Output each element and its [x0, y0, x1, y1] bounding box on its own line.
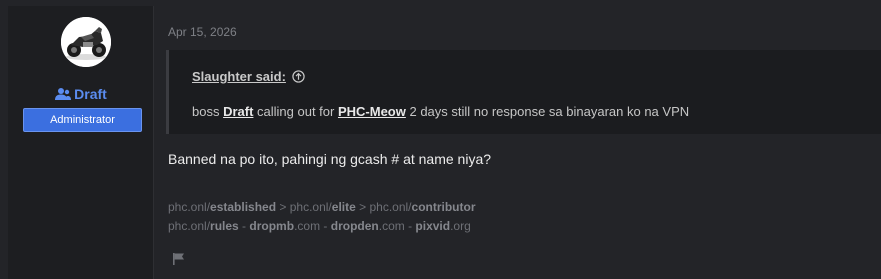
signature-line-2-part: - [238, 219, 250, 233]
signature-line-2-part: .org [450, 219, 471, 233]
motorcycle-avatar-icon [61, 17, 111, 67]
role-badge: Administrator [23, 108, 142, 132]
signature-line-1-part: > phc.onl/ [276, 200, 332, 214]
post-content: Apr 15, 2026 Slaughter said: boss Draft … [155, 6, 881, 279]
signature-line-2-part: .com - [378, 219, 416, 233]
post-message: Banned na po ito, pahingi ng gcash # at … [168, 151, 492, 167]
quote-header: Slaughter said: [192, 69, 305, 84]
forum-post: Draft Administrator Apr 15, 2026 Slaught… [0, 0, 881, 279]
signature: phc.onl/established > phc.onl/elite > ph… [168, 198, 476, 236]
quote-block: Slaughter said: boss Draft calling out f… [166, 50, 881, 134]
mention-draft[interactable]: Draft [223, 104, 253, 119]
flag-icon [173, 253, 184, 265]
signature-line-2-part: phc.onl/ [168, 219, 211, 233]
signature-line-1-part: phc.onl/ [168, 200, 211, 214]
signature-line-2-part: .com - [294, 219, 331, 233]
signature-line-2-part[interactable]: rules [210, 219, 239, 233]
user-group-icon [55, 88, 72, 100]
quote-text: boss Draft calling out for PHC-Meow 2 da… [192, 104, 689, 119]
signature-line-2-part[interactable]: pixvid [415, 219, 450, 233]
arrow-up-circle-icon[interactable] [292, 70, 305, 83]
mention-phc-meow[interactable]: PHC-Meow [338, 104, 406, 119]
report-button[interactable] [172, 252, 186, 266]
post-date[interactable]: Apr 15, 2026 [168, 25, 237, 39]
signature-line-1: phc.onl/established > phc.onl/elite > ph… [168, 198, 476, 217]
quote-text-after: 2 days still no response sa binayaran ko… [405, 104, 690, 119]
signature-line-2: phc.onl/rules - dropmb.com - dropden.com… [168, 217, 476, 236]
signature-line-1-part: > phc.onl/ [355, 200, 412, 214]
quote-text-middle: calling out for [253, 104, 338, 119]
username-text: Draft [74, 86, 107, 102]
signature-line-2-part[interactable]: dropmb [249, 219, 294, 233]
signature-line-1-part[interactable]: elite [332, 200, 356, 214]
user-avatar[interactable] [61, 17, 111, 67]
quote-text-before: boss [192, 104, 224, 119]
signature-line-2-part[interactable]: dropden [331, 219, 379, 233]
signature-line-1-part[interactable]: established [210, 200, 276, 214]
signature-line-1-part[interactable]: contributor [412, 200, 476, 214]
quote-author-link[interactable]: Slaughter said: [192, 69, 286, 84]
user-info-panel: Draft Administrator [8, 6, 154, 279]
username-link[interactable]: Draft [8, 86, 154, 102]
